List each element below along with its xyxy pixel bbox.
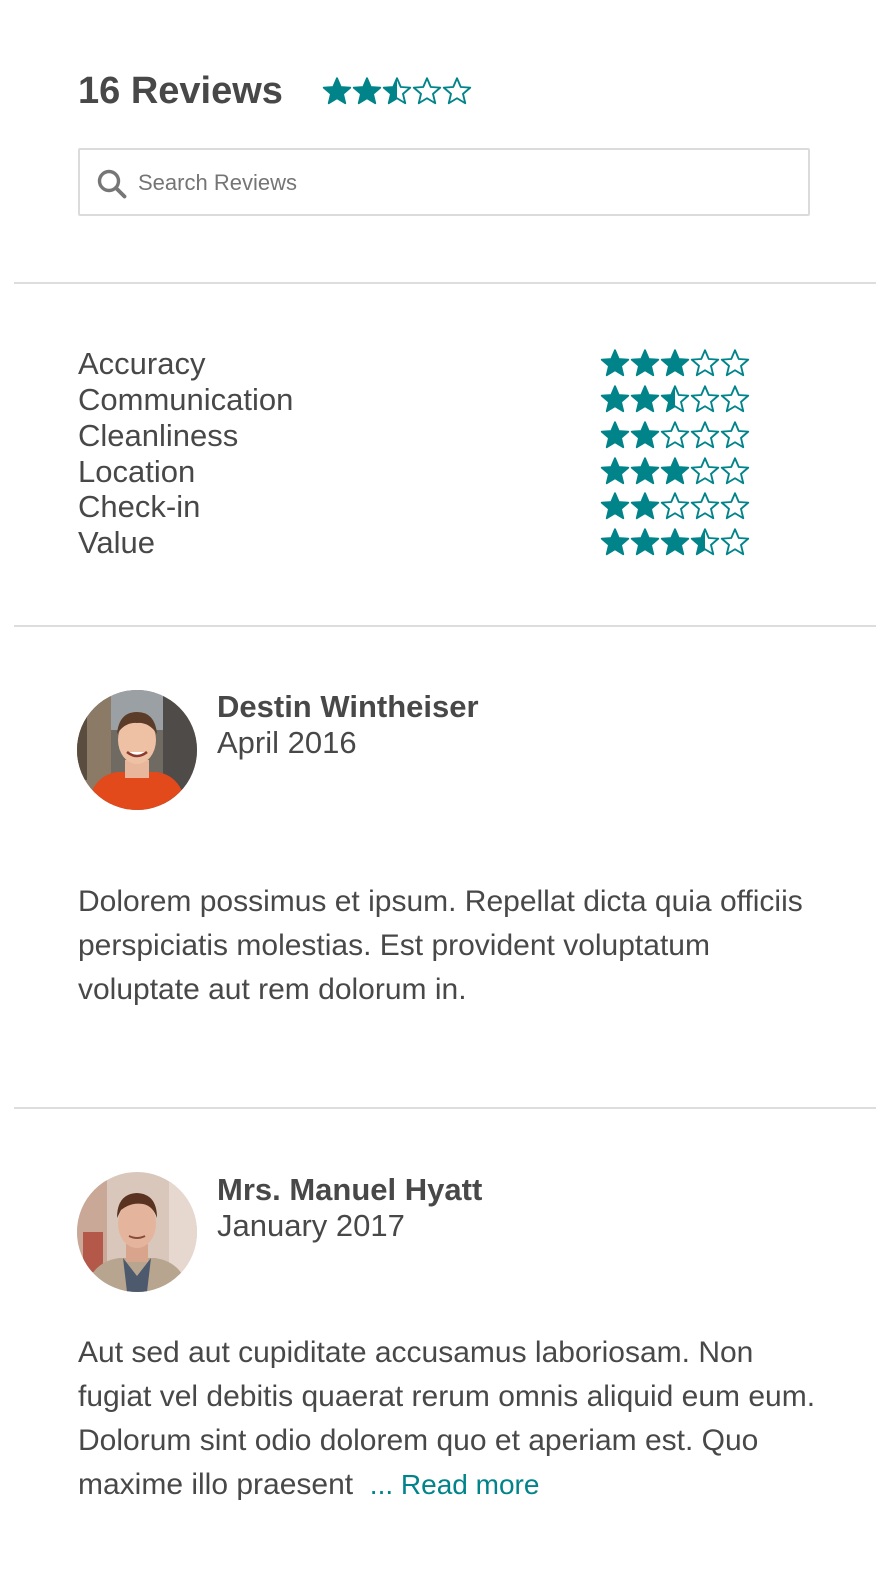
review-date: January 2017	[217, 1208, 405, 1243]
category-label-communication: Communication	[78, 382, 294, 417]
star-filled-icon	[600, 349, 630, 377]
star-filled-icon	[600, 385, 630, 413]
star-filled-icon	[630, 457, 660, 485]
category-rating-stars-accuracy	[600, 348, 750, 378]
star-filled-icon	[660, 349, 690, 377]
star-filled-icon	[352, 77, 382, 105]
star-outline-icon	[720, 385, 750, 413]
star-outline-icon	[690, 457, 720, 485]
reviewer-name: Mrs. Manuel Hyatt	[217, 1172, 483, 1207]
review-date: April 2016	[217, 725, 357, 760]
star-outline-icon	[690, 349, 720, 377]
star-filled-icon	[630, 421, 660, 449]
star-filled-icon	[600, 457, 630, 485]
divider	[14, 625, 876, 627]
star-outline-icon	[690, 385, 720, 413]
star-outline-icon	[720, 492, 750, 520]
star-filled-icon	[630, 349, 660, 377]
category-rating-stars-communication	[600, 384, 750, 414]
category-rating-stars-value	[600, 527, 750, 557]
star-filled-icon	[630, 528, 660, 556]
star-outline-icon	[720, 349, 750, 377]
star-filled-icon	[660, 528, 690, 556]
search-box[interactable]	[78, 148, 810, 216]
star-half-icon	[690, 528, 720, 556]
search-icon	[97, 169, 127, 199]
divider	[14, 1107, 876, 1109]
star-filled-icon	[600, 528, 630, 556]
star-outline-icon	[690, 421, 720, 449]
reviewer-avatar	[77, 690, 197, 810]
category-label-cleanliness: Cleanliness	[78, 418, 239, 453]
category-label-accuracy: Accuracy	[78, 346, 206, 381]
category-label-check-in: Check-in	[78, 489, 201, 524]
star-filled-icon	[630, 492, 660, 520]
review-text: Aut sed aut cupiditate accusamus laborio…	[78, 1331, 828, 1507]
star-filled-icon	[600, 421, 630, 449]
divider	[14, 282, 876, 284]
avatar-photo-orange-sweater	[77, 690, 197, 810]
category-rating-stars-check-in	[600, 491, 750, 521]
category-rating-stars-location	[600, 456, 750, 486]
star-filled-icon	[600, 492, 630, 520]
star-outline-icon	[442, 77, 472, 105]
star-filled-icon	[322, 77, 352, 105]
category-label-value: Value	[78, 525, 155, 560]
overall-rating-stars	[322, 76, 472, 106]
star-half-icon	[382, 77, 412, 105]
star-outline-icon	[412, 77, 442, 105]
search-input[interactable]	[138, 156, 798, 210]
avatar-photo-brown-hair	[77, 1172, 197, 1292]
read-more-link[interactable]: ... Read more	[370, 1469, 540, 1500]
star-outline-icon	[720, 528, 750, 556]
star-outline-icon	[660, 492, 690, 520]
category-label-location: Location	[78, 454, 196, 489]
star-half-icon	[660, 385, 690, 413]
star-filled-icon	[630, 385, 660, 413]
review-text: Dolorem possimus et ipsum. Repellat dict…	[78, 885, 803, 1006]
star-outline-icon	[720, 421, 750, 449]
star-outline-icon	[660, 421, 690, 449]
category-rating-stars-cleanliness	[600, 420, 750, 450]
reviewer-name: Destin Wintheiser	[217, 689, 479, 724]
star-outline-icon	[720, 457, 750, 485]
reviews-count-title: 16 Reviews	[78, 70, 283, 112]
reviewer-avatar	[77, 1172, 197, 1292]
star-filled-icon	[660, 457, 690, 485]
star-outline-icon	[690, 492, 720, 520]
